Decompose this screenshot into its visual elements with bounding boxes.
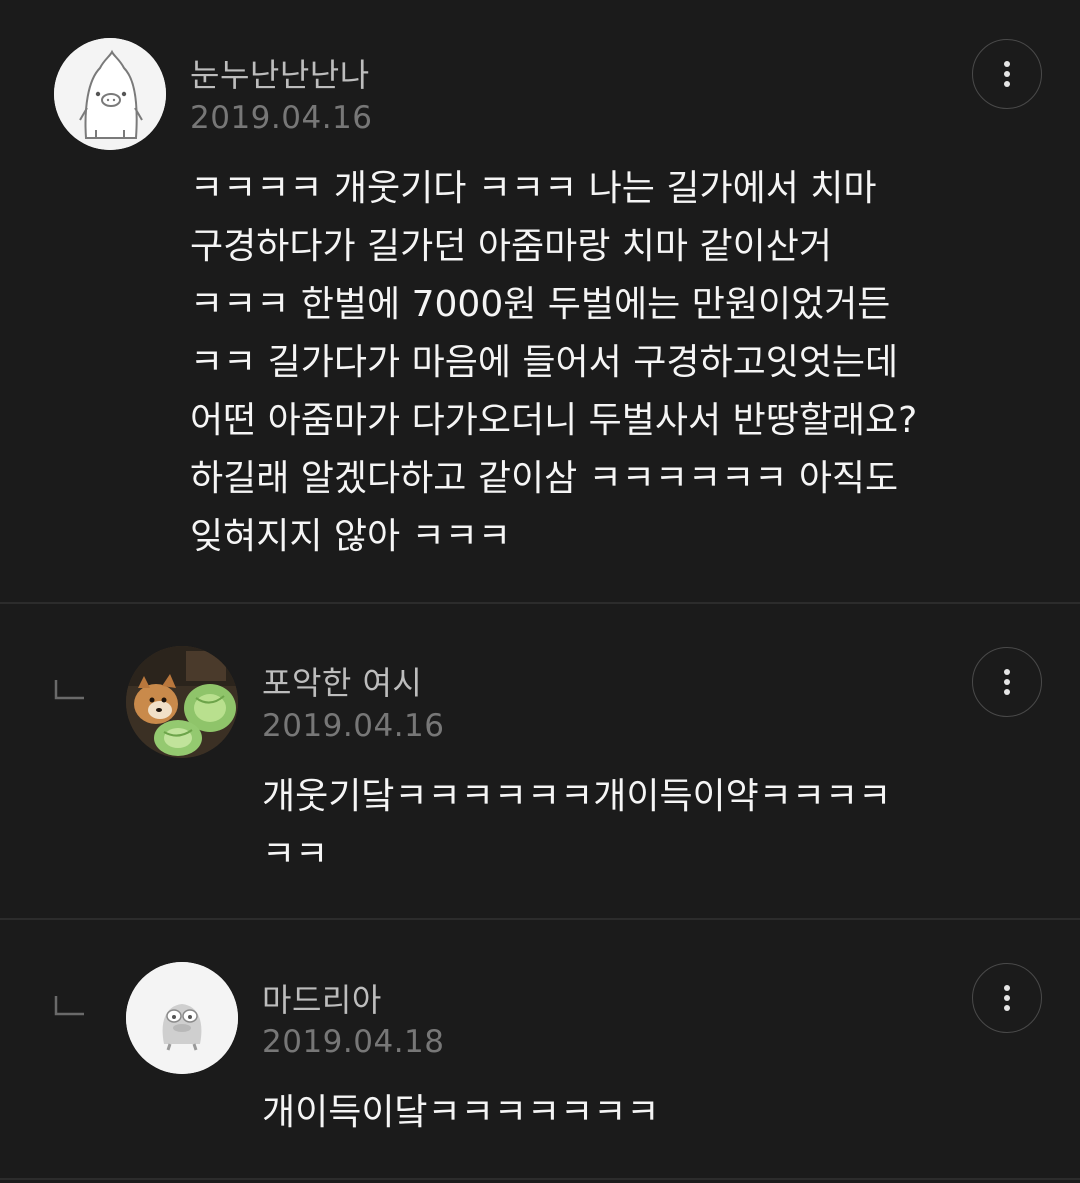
- more-options-button[interactable]: [972, 39, 1042, 109]
- comment-text: 개웃기닼ㅋㅋㅋㅋㅋㅋ개이득이약ㅋㅋㅋㅋ ㅋㅋ: [262, 776, 892, 875]
- more-options-button[interactable]: [972, 647, 1042, 717]
- more-vertical-icon: [1004, 669, 1010, 695]
- reply-arrow-icon: [54, 680, 84, 700]
- more-vertical-icon: [1004, 985, 1010, 1011]
- duck-character-icon: [126, 962, 238, 1074]
- penguin-character-icon: [54, 38, 166, 150]
- comment-author[interactable]: 포악한 여시: [262, 658, 422, 704]
- comment-text: 개이득이닼ㅋㅋㅋㅋㅋㅋㅋ: [262, 1092, 660, 1133]
- avatar[interactable]: [54, 38, 166, 150]
- dog-with-cabbage-photo-icon: [126, 646, 238, 758]
- more-vertical-icon: [1004, 61, 1010, 87]
- comment-date: 2019.04.18: [262, 1024, 445, 1060]
- divider: [0, 1178, 1080, 1180]
- more-options-button[interactable]: [972, 963, 1042, 1033]
- divider: [0, 602, 1080, 604]
- avatar[interactable]: [126, 646, 238, 758]
- divider: [0, 918, 1080, 920]
- comment-author[interactable]: 눈누난난난나: [190, 50, 370, 96]
- comment-text: ㅋㅋㅋㅋ 개웃기다 ㅋㅋㅋ 나는 길가에서 치마 구경하다가 길가던 아줌마랑 …: [190, 168, 918, 557]
- comment-date: 2019.04.16: [190, 100, 373, 136]
- avatar[interactable]: [126, 962, 238, 1074]
- comment-date: 2019.04.16: [262, 708, 445, 744]
- reply-arrow-icon: [54, 996, 84, 1016]
- comment-author[interactable]: 마드리아: [262, 975, 382, 1021]
